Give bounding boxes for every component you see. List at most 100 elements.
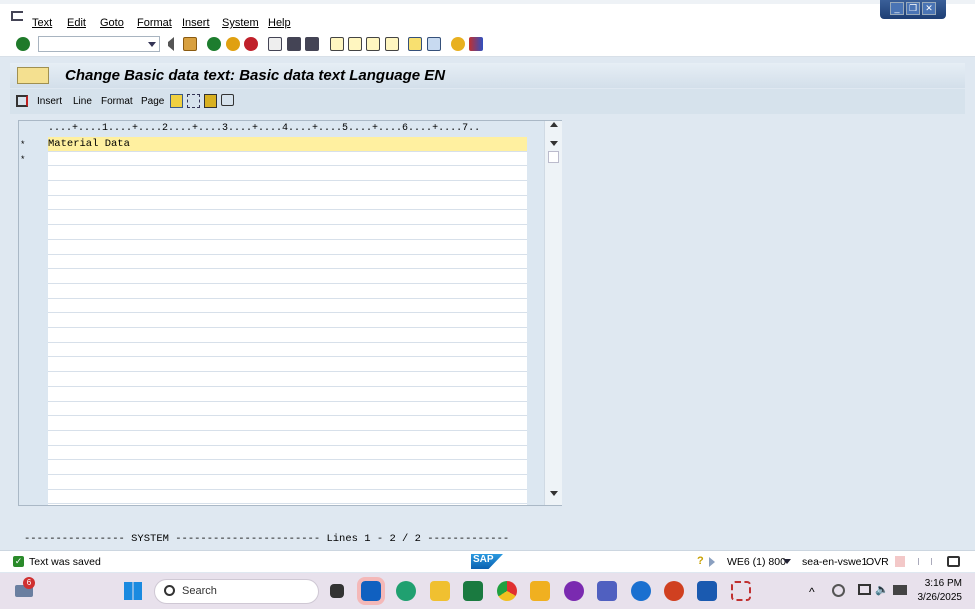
editor-line[interactable]	[48, 387, 527, 402]
enter-icon[interactable]	[16, 37, 30, 51]
cancel-icon[interactable]	[244, 37, 258, 51]
editor-line[interactable]	[48, 402, 527, 417]
find-icon[interactable]	[287, 37, 301, 51]
last-page-icon[interactable]	[385, 37, 399, 51]
system-info[interactable]: WE6 (1) 800	[727, 556, 786, 568]
editor-line[interactable]	[48, 431, 527, 446]
clock-date[interactable]: 3/26/2025	[912, 592, 963, 603]
sap-logon-icon[interactable]	[530, 581, 550, 601]
excel-icon[interactable]	[463, 581, 483, 601]
clock-time[interactable]: 3:16 PM	[920, 578, 962, 589]
structure-icon[interactable]	[187, 94, 200, 108]
print-icon[interactable]	[268, 37, 282, 51]
editor-line[interactable]	[48, 343, 527, 358]
outlook-icon[interactable]	[357, 577, 385, 605]
layout-menu-icon[interactable]	[469, 37, 483, 51]
task-view-icon[interactable]	[330, 584, 344, 598]
restore-button[interactable]: ❐	[906, 2, 920, 15]
editor-line[interactable]	[48, 240, 527, 255]
menu-system[interactable]: System	[222, 17, 259, 29]
shortcut-icon[interactable]	[427, 37, 441, 51]
editor-line[interactable]	[48, 446, 527, 461]
taskbar-search[interactable]: Search	[154, 579, 319, 604]
editor-line[interactable]	[48, 181, 527, 196]
editor-line[interactable]	[48, 460, 527, 476]
teams-icon[interactable]	[597, 581, 617, 601]
comment-icon[interactable]	[221, 94, 234, 106]
editor-line[interactable]	[48, 255, 527, 270]
exit-icon[interactable]	[226, 37, 240, 51]
pcloud-icon[interactable]	[564, 581, 584, 601]
menu-goto[interactable]: Goto	[100, 17, 124, 29]
menu-edit[interactable]: Edit	[67, 17, 86, 29]
editor-line[interactable]	[48, 490, 527, 505]
collapse-icon[interactable]	[166, 37, 174, 51]
command-field[interactable]	[38, 36, 160, 52]
insert-button[interactable]: Insert	[37, 96, 62, 107]
help-status-icon[interactable]: ?	[697, 555, 704, 567]
volume-icon[interactable]: 🔈	[875, 583, 889, 596]
help-icon[interactable]	[451, 37, 465, 51]
editor-line[interactable]	[48, 372, 527, 387]
editor-line[interactable]	[48, 166, 527, 182]
snipping-tool-icon[interactable]	[731, 581, 751, 601]
save-icon[interactable]	[183, 37, 197, 51]
scroll-thumb[interactable]	[548, 151, 559, 163]
file-explorer-icon[interactable]	[430, 581, 450, 601]
chrome-icon[interactable]	[497, 581, 517, 601]
editor-line[interactable]	[48, 299, 527, 314]
graphics-icon[interactable]	[204, 94, 217, 108]
menu-text[interactable]: Text	[32, 17, 52, 29]
system-dropdown-icon[interactable]	[783, 559, 791, 564]
page-button[interactable]: Page	[141, 96, 164, 107]
editor-line[interactable]	[48, 152, 527, 167]
paste-icon[interactable]	[170, 94, 183, 108]
editor-line[interactable]	[48, 358, 527, 373]
menu-insert[interactable]: Insert	[182, 17, 210, 29]
text-editor[interactable]: ....+....1....+....2....+....3....+....4…	[18, 120, 562, 506]
window-icon[interactable]	[947, 556, 960, 567]
first-page-icon[interactable]	[330, 37, 344, 51]
network-icon[interactable]	[858, 584, 871, 595]
start-icon[interactable]	[124, 582, 142, 600]
format-button[interactable]: Format	[101, 96, 133, 107]
editor-line[interactable]	[48, 196, 527, 211]
word-icon[interactable]	[697, 581, 717, 601]
editor-line[interactable]	[48, 211, 527, 226]
powerpoint-icon[interactable]	[664, 581, 684, 601]
battery-icon[interactable]	[893, 585, 907, 595]
chevron-down-icon[interactable]	[148, 42, 156, 47]
editor-line[interactable]	[48, 313, 527, 329]
sync-icon[interactable]	[832, 584, 845, 597]
insert-mode[interactable]: OVR	[866, 556, 889, 568]
new-session-icon[interactable]	[408, 37, 422, 51]
find-next-icon[interactable]	[305, 37, 319, 51]
editor-line[interactable]	[48, 475, 527, 490]
editor-line[interactable]	[48, 269, 527, 284]
line-button[interactable]: Line	[73, 96, 92, 107]
menu-help[interactable]: Help	[268, 17, 291, 29]
minimize-button[interactable]: _	[890, 2, 904, 15]
editor-line[interactable]	[48, 416, 527, 431]
close-button[interactable]: ✕	[922, 2, 936, 15]
editor-line[interactable]: Material Data	[48, 137, 527, 152]
previous-page-icon[interactable]	[348, 37, 362, 51]
vertical-scrollbar[interactable]	[544, 121, 562, 505]
menu-format[interactable]: Format	[137, 17, 172, 29]
tray-chevron-icon[interactable]: ^	[809, 585, 815, 599]
expand-icon[interactable]	[709, 557, 715, 567]
editor-line[interactable]	[48, 328, 527, 343]
cortana-icon[interactable]	[631, 581, 651, 601]
edge-icon[interactable]	[396, 581, 416, 601]
next-page-icon[interactable]	[366, 37, 380, 51]
scroll-up-icon[interactable]	[550, 122, 558, 127]
back-icon[interactable]	[207, 37, 221, 51]
scroll-bottom-icon[interactable]	[550, 491, 558, 496]
status-message[interactable]: Text was saved	[29, 556, 101, 568]
select-icon[interactable]	[16, 95, 28, 107]
menu-icon[interactable]	[11, 11, 23, 21]
editor-line[interactable]	[48, 225, 527, 240]
sap-editor-icon	[17, 67, 49, 84]
editor-line[interactable]	[48, 284, 527, 299]
scroll-down-icon[interactable]	[550, 141, 558, 146]
